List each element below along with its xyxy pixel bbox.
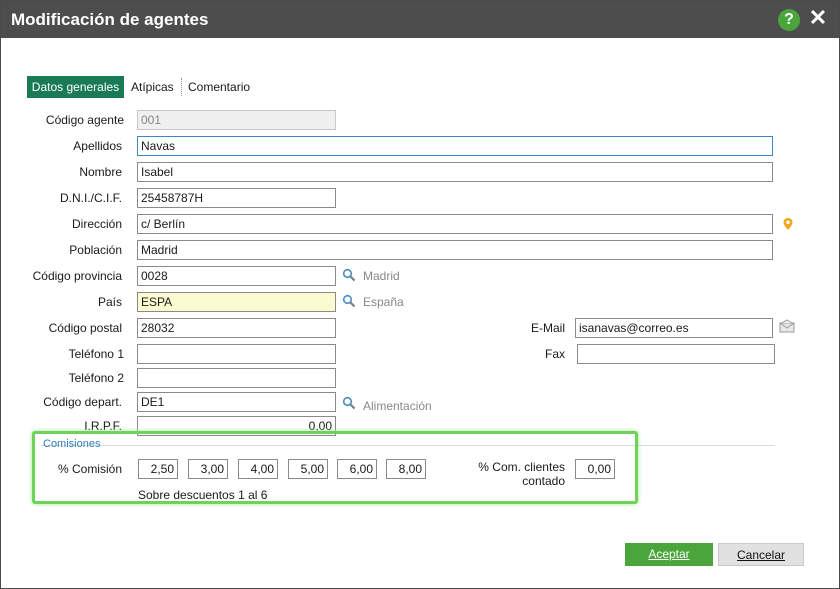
dni-label: D.N.I./C.I.F. <box>59 191 122 205</box>
pais-label: País <box>97 295 122 309</box>
fax-field[interactable] <box>577 344 775 364</box>
codigo-agente-label: Código agente <box>45 113 124 127</box>
tab-atipicas[interactable]: Atípicas <box>131 76 174 98</box>
telefono2-field[interactable] <box>137 368 336 388</box>
email-label: E-Mail <box>530 321 565 335</box>
direccion-field[interactable]: c/ Berlín <box>137 214 773 234</box>
codigo-agente-field: 001 <box>137 110 336 130</box>
poblacion-label: Población <box>69 243 122 257</box>
tab-datos-generales[interactable]: Datos generales <box>27 76 124 98</box>
depart-description: Alimentación <box>363 399 432 413</box>
highlight-frame <box>32 431 638 504</box>
tab-comentario[interactable]: Comentario <box>188 76 250 98</box>
dialog-window: Modificación de agentes ? ✕ Datos genera… <box>0 0 840 589</box>
aceptar-button[interactable]: Aceptar <box>625 543 713 566</box>
direccion-label: Dirección <box>71 217 122 231</box>
pais-description: España <box>363 295 404 309</box>
provincia-description: Madrid <box>363 269 400 283</box>
map-pin-icon[interactable] <box>781 217 795 231</box>
codigo-depart-label: Código depart. <box>43 395 122 409</box>
apellidos-label: Apellidos <box>73 139 122 153</box>
close-icon[interactable]: ✕ <box>807 7 829 29</box>
telefono1-field[interactable] <box>137 344 336 364</box>
codigo-postal-label: Código postal <box>48 321 122 335</box>
nombre-label: Nombre <box>79 165 122 179</box>
email-field[interactable]: isanavas@correo.es <box>575 318 773 338</box>
apellidos-field[interactable]: Navas <box>137 136 773 156</box>
codigo-provincia-label: Código provincia <box>32 269 122 283</box>
nombre-field[interactable]: Isabel <box>137 162 773 182</box>
search-icon[interactable] <box>342 396 356 410</box>
dni-field[interactable]: 25458787H <box>137 188 336 208</box>
help-icon[interactable]: ? <box>778 9 800 31</box>
codigo-provincia-field[interactable]: 0028 <box>137 266 336 286</box>
window-title: Modificación de agentes <box>11 10 209 29</box>
cancelar-button[interactable]: Cancelar <box>718 543 804 566</box>
search-icon[interactable] <box>342 294 356 308</box>
codigo-depart-field[interactable]: DE1 <box>137 392 336 412</box>
fax-label: Fax <box>544 347 565 361</box>
poblacion-field[interactable]: Madrid <box>137 240 773 260</box>
codigo-postal-field[interactable]: 28032 <box>137 318 336 338</box>
email-icon[interactable] <box>779 319 795 333</box>
search-icon[interactable] <box>342 268 356 282</box>
telefono1-label: Teléfono 1 <box>68 347 124 361</box>
pais-field[interactable]: ESPA <box>137 292 336 312</box>
title-bar: Modificación de agentes ? ✕ <box>1 1 839 38</box>
telefono2-label: Teléfono 2 <box>68 371 124 385</box>
tab-separator <box>181 78 182 96</box>
